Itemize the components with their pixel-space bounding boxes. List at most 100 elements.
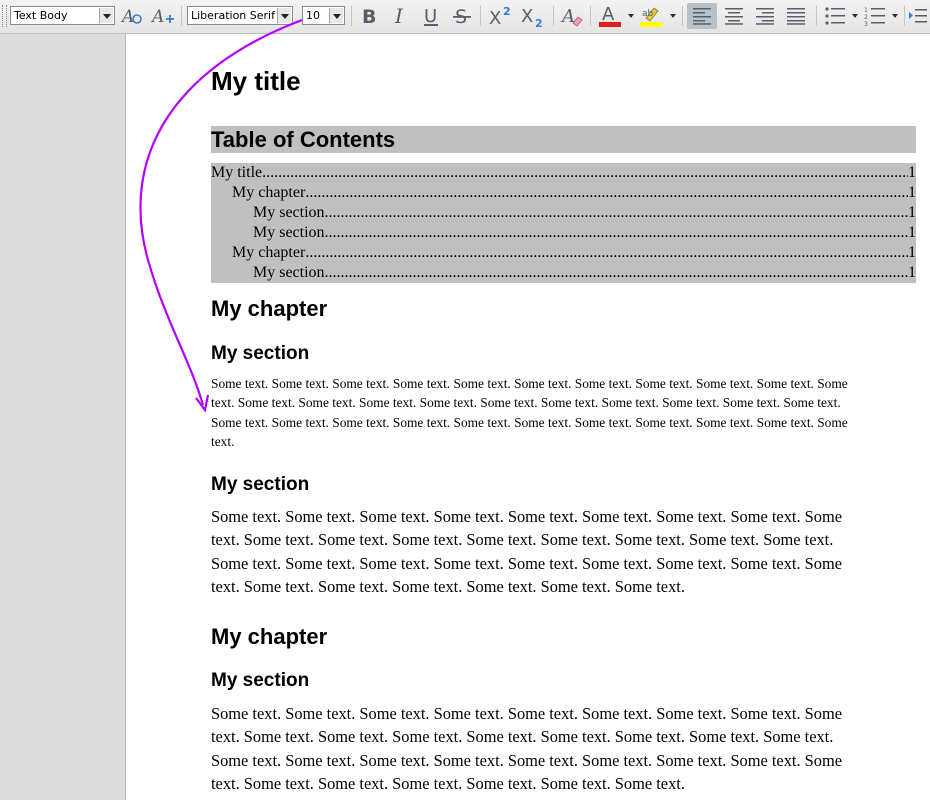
svg-text:A: A (151, 7, 164, 27)
paragraph-line: text. Some text. Some text. Some text. S… (211, 530, 834, 550)
font-size-combo[interactable]: 10 (302, 6, 345, 25)
superscript-button[interactable]: X2 (486, 3, 516, 29)
toc-entry-page: 1 (908, 204, 916, 221)
clear-formatting-button[interactable]: A (558, 3, 586, 29)
font-size-value: 10 (306, 9, 320, 22)
paragraph-line: Some text. Some text. Some text. Some te… (211, 750, 842, 770)
paragraph-line: text. Some text. Some text. Some text. S… (211, 773, 685, 793)
svg-text:2: 2 (503, 5, 511, 18)
paragraph-line: Some text. Some text. Some text. Some te… (211, 507, 842, 526)
ordered-list-icon: 123 (864, 7, 885, 26)
svg-text:X: X (489, 8, 501, 27)
toc-entry-label: My chapter (232, 244, 306, 261)
subscript-icon: X2 (521, 6, 543, 27)
svg-text:A: A (121, 7, 134, 27)
body-paragraph[interactable]: Some text. Some text. Some text. Some te… (211, 505, 901, 598)
italic-icon: I (394, 5, 404, 27)
ordered-list-button[interactable]: 123 (861, 3, 889, 29)
paragraph-style-combo[interactable]: Text Body (10, 6, 115, 25)
bold-icon: B (362, 6, 376, 27)
svg-text:ab: ab (642, 9, 654, 19)
clear-formatting-icon: A (560, 6, 583, 27)
align-center-button[interactable] (719, 3, 749, 29)
toolbar-separator (590, 6, 591, 26)
toc-leader-dots: ........................................… (324, 264, 908, 281)
highlighting-button[interactable]: ab (636, 3, 666, 29)
toc-heading-bar[interactable]: Table of Contents (211, 126, 916, 153)
toc-leader-dots: ........................................… (262, 164, 908, 181)
svg-text:2: 2 (864, 14, 868, 21)
toolbar-separator (682, 6, 683, 26)
font-color-dropdown-icon[interactable] (628, 14, 634, 18)
unordered-list-button[interactable] (821, 3, 849, 29)
justify-icon (787, 8, 805, 25)
svg-text:3: 3 (864, 21, 868, 26)
paragraph-line: text. Some text. Some text. Some text. S… (211, 395, 841, 411)
svg-text:A: A (602, 4, 615, 25)
update-style-button[interactable]: A (120, 3, 146, 29)
toc-entry[interactable]: My section..............................… (211, 223, 916, 243)
font-name-dropdown-icon[interactable] (277, 8, 291, 23)
indent-icon (909, 9, 927, 23)
font-name-value: Liberation Serif (191, 9, 275, 22)
align-left-button[interactable] (687, 3, 717, 29)
underline-button[interactable]: U (418, 3, 444, 29)
toc-entry[interactable]: My section..............................… (211, 203, 916, 223)
toc-entry-page: 1 (908, 184, 916, 201)
font-color-icon: A (599, 4, 621, 27)
body-paragraph[interactable]: Some text. Some text. Some text. Some te… (211, 702, 901, 795)
paragraph-line: text. Some text. Some text. Some text. S… (211, 727, 834, 747)
section-heading[interactable]: My section (211, 670, 309, 692)
unordered-list-dropdown-icon[interactable] (852, 14, 858, 18)
font-size-dropdown-icon[interactable] (329, 8, 343, 23)
toc-entry-label: My chapter (232, 184, 306, 201)
formatting-toolbar: Text Body A A Liberation Serif 10 B I U … (0, 0, 930, 34)
italic-button[interactable]: I (387, 3, 413, 29)
toolbar-separator (553, 6, 554, 26)
font-name-combo[interactable]: Liberation Serif (187, 6, 293, 25)
document-page[interactable]: My title Table of Contents My title.....… (125, 34, 930, 800)
body-paragraph[interactable]: Some text. Some text. Some text. Some te… (211, 374, 916, 452)
subscript-button[interactable]: X2 (518, 3, 548, 29)
more-options-button[interactable] (908, 3, 928, 29)
chapter-heading[interactable]: My chapter (211, 624, 327, 650)
document-title[interactable]: My title (211, 66, 301, 97)
paragraph-line: Some text. Some text. Some text. Some te… (211, 414, 848, 430)
superscript-icon: X2 (489, 5, 511, 27)
toolbar-grip[interactable] (2, 5, 7, 27)
update-style-icon: A (121, 7, 142, 27)
new-style-icon: A (151, 7, 174, 27)
toolbar-separator (904, 6, 905, 26)
paragraph-line: text. Some text. Some text. Some text. S… (211, 576, 685, 596)
toc-entry-page: 1 (908, 224, 916, 241)
paragraph-line: Some text. Some text. Some text. Some te… (211, 553, 842, 573)
align-right-button[interactable] (750, 3, 780, 29)
bold-button[interactable]: B (356, 3, 382, 29)
toc-entry[interactable]: My section..............................… (211, 263, 916, 283)
chapter-heading[interactable]: My chapter (211, 296, 327, 322)
font-color-button[interactable]: A (595, 3, 625, 29)
section-heading[interactable]: My section (211, 474, 309, 496)
svg-text:1: 1 (864, 7, 868, 14)
toolbar-separator (351, 6, 352, 26)
align-left-icon (693, 8, 711, 25)
svg-text:B: B (362, 6, 376, 27)
highlighting-icon: ab (640, 7, 662, 27)
strikethrough-button[interactable]: S (449, 3, 475, 29)
toc-leader-dots: ........................................… (305, 244, 908, 261)
toc-entry[interactable]: My title................................… (211, 163, 916, 183)
svg-text:X: X (521, 6, 533, 27)
justify-button[interactable] (781, 3, 811, 29)
section-heading[interactable]: My section (211, 343, 309, 365)
paragraph-style-dropdown-icon[interactable] (99, 8, 113, 23)
toc-leader-dots: ........................................… (305, 184, 908, 201)
highlighting-dropdown-icon[interactable] (670, 14, 676, 18)
new-style-button[interactable]: A (150, 3, 176, 29)
toc-entry-label: My title (211, 164, 263, 181)
toc-entry[interactable]: My chapter..............................… (211, 243, 916, 263)
svg-text:A: A (560, 6, 575, 27)
ordered-list-dropdown-icon[interactable] (892, 14, 898, 18)
toc-entry[interactable]: My chapter..............................… (211, 183, 916, 203)
toolbar-separator (181, 6, 182, 26)
table-of-contents[interactable]: My title................................… (211, 163, 916, 283)
